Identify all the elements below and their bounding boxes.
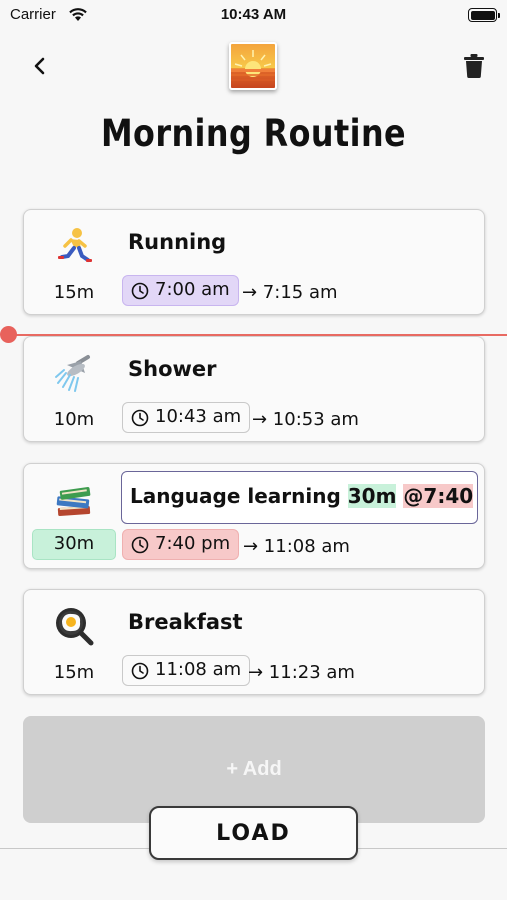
parsed-duration-token: 30m <box>347 484 397 508</box>
task-name: Shower <box>128 357 217 381</box>
task-duration[interactable]: 15m <box>24 282 124 303</box>
task-card-shower[interactable]: Shower 10m 10:43 am → 10:53 am <box>23 336 485 442</box>
task-start-time[interactable]: 11:08 am <box>122 655 251 689</box>
task-end-time: → 10:53 am <box>252 409 359 430</box>
battery-icon <box>468 8 500 22</box>
start-time-label: 10:43 am <box>155 406 242 427</box>
start-time-label: 11:08 am <box>155 659 242 680</box>
task-duration[interactable]: 10m <box>24 409 124 430</box>
load-button[interactable]: LOAD <box>149 806 358 860</box>
task-duration[interactable]: 15m <box>24 662 124 683</box>
task-name-input[interactable]: Language learning 30m @7:40 <box>121 471 478 524</box>
frying-pan-egg-icon <box>54 606 94 646</box>
sunrise-icon <box>231 44 275 88</box>
clock-icon <box>131 661 149 689</box>
trash-icon <box>464 54 484 78</box>
books-icon <box>54 480 94 520</box>
status-bar: Carrier 10:43 AM <box>0 0 507 34</box>
task-name-text: Language learning <box>130 484 348 508</box>
start-time-label: 7:40 pm <box>155 533 231 554</box>
task-duration[interactable]: 30m <box>32 529 116 560</box>
task-card-running[interactable]: Running 15m 7:00 am → 7:15 am <box>23 209 485 315</box>
clock-time: 10:43 AM <box>220 6 287 23</box>
routine-image-button[interactable] <box>229 42 277 90</box>
parsed-time-token: @7:40 <box>403 484 474 508</box>
task-start-time[interactable]: 7:40 pm <box>122 529 240 563</box>
add-task-label: + Add <box>226 758 282 780</box>
task-end-time: → 11:23 am <box>248 662 355 683</box>
task-start-time[interactable]: 7:00 am <box>122 275 239 306</box>
task-card-language-learning[interactable]: Language learning 30m @7:40 30m 7:40 pm … <box>23 463 485 569</box>
back-button[interactable] <box>26 52 54 80</box>
task-end-time: → 7:15 am <box>242 282 338 303</box>
task-card-breakfast[interactable]: Breakfast 15m 11:08 am → 11:23 am <box>23 589 485 695</box>
task-end-time: → 11:08 am <box>243 536 350 557</box>
clock-icon <box>131 281 149 309</box>
clock-icon <box>131 535 149 563</box>
task-start-time[interactable]: 10:43 am <box>122 402 251 436</box>
clock-icon <box>131 408 149 436</box>
shower-icon <box>54 353 94 393</box>
current-time-line <box>8 334 507 336</box>
delete-routine-button[interactable] <box>459 50 489 82</box>
current-time-marker <box>0 326 17 343</box>
start-time-label: 7:00 am <box>155 279 230 300</box>
page-title[interactable]: Morning Routine <box>35 112 471 155</box>
runner-icon <box>54 226 94 266</box>
chevron-left-icon <box>34 57 45 75</box>
task-name: Breakfast <box>128 610 243 634</box>
task-name: Running <box>128 230 227 254</box>
load-button-label: LOAD <box>216 820 291 846</box>
